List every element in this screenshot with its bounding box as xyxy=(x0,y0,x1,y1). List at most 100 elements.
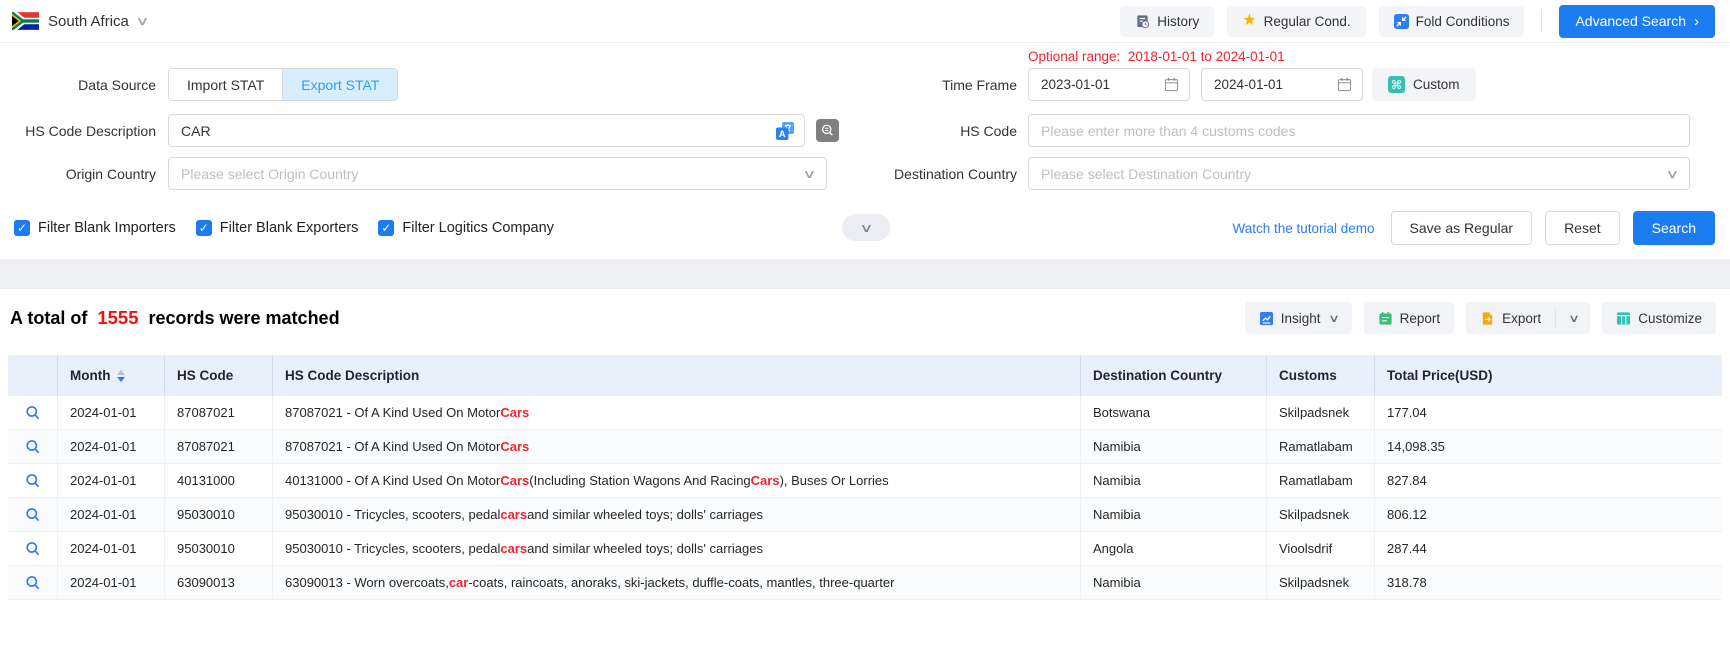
row-hs-code: 87087021 xyxy=(165,396,273,429)
table-row: 2024-01-01 40131000 40131000 - Of A Kind… xyxy=(8,464,1722,498)
table-row: 2024-01-01 95030010 95030010 - Tricycles… xyxy=(8,498,1722,532)
row-detail-magnifier-icon[interactable] xyxy=(25,439,41,455)
hs-code-placeholder: Please enter more than 4 customs codes xyxy=(1041,123,1295,139)
row-hs-code: 40131000 xyxy=(165,464,273,497)
fold-conditions-label: Fold Conditions xyxy=(1416,14,1510,29)
origin-country-select[interactable]: Please select Origin Country ∨ xyxy=(168,157,827,190)
hs-description-value: CAR xyxy=(181,123,211,139)
row-description: 95030010 - Tricycles, scooters, pedal ca… xyxy=(273,532,1081,565)
row-destination: Namibia xyxy=(1081,498,1267,531)
sort-icon[interactable] xyxy=(117,370,125,382)
data-source-toggle: Import STAT Export STAT xyxy=(168,68,398,101)
row-month: 2024-01-01 xyxy=(58,498,165,531)
header-cell-customs: Customs xyxy=(1267,355,1375,396)
fold-conditions-button[interactable]: Fold Conditions xyxy=(1379,6,1525,37)
header-cell-description: HS Code Description xyxy=(273,355,1081,396)
search-button[interactable]: Search xyxy=(1633,211,1715,245)
row-hs-code: 63090013 xyxy=(165,566,273,599)
history-icon xyxy=(1135,14,1150,29)
checkbox-filter-logitics-company[interactable]: ✓ Filter Logitics Company xyxy=(378,220,554,236)
table-header: Month HS Code HS Code Description Destin… xyxy=(8,355,1722,396)
row-price: 318.78 xyxy=(1375,566,1722,599)
search-form: Optional range: 2018-01-01 to 2024-01-01… xyxy=(0,43,1730,245)
origin-placeholder: Please select Origin Country xyxy=(181,166,358,182)
chevron-down-icon: ∨ xyxy=(1328,312,1340,325)
regular-cond-button[interactable]: ★ Regular Cond. xyxy=(1227,6,1365,37)
row-detail-magnifier-icon[interactable] xyxy=(25,405,41,421)
collapse-form-button[interactable]: ∨ xyxy=(842,214,890,241)
row-detail-magnifier-icon[interactable] xyxy=(25,507,41,523)
table-row: 2024-01-01 95030010 95030010 - Tricycles… xyxy=(8,532,1722,566)
checkbox-filter-blank-exporters[interactable]: ✓ Filter Blank Exporters xyxy=(196,220,359,236)
insight-button[interactable]: Insight ∨ xyxy=(1245,302,1352,334)
results-bar: A total of 1555 records were matched Ins… xyxy=(0,301,1730,335)
insight-label: Insight xyxy=(1281,311,1321,326)
row-destination: Angola xyxy=(1081,532,1267,565)
translate-icon[interactable]: A xyxy=(775,121,795,141)
header-cell-month[interactable]: Month xyxy=(58,355,165,396)
checkbox-label: Filter Blank Importers xyxy=(38,220,176,236)
chevron-down-icon: ∨ xyxy=(1666,167,1680,181)
destination-country-label: Destination Country xyxy=(839,166,1017,182)
history-button[interactable]: History xyxy=(1120,6,1214,37)
row-customs: Skilpadsnek xyxy=(1267,566,1375,599)
customize-icon xyxy=(1616,311,1631,326)
tutorial-demo-link[interactable]: Watch the tutorial demo xyxy=(1232,221,1374,236)
row-detail-magnifier-icon[interactable] xyxy=(25,575,41,591)
advanced-search-label: Advanced Search xyxy=(1575,13,1686,29)
calendar-icon xyxy=(1164,77,1179,92)
row-month: 2024-01-01 xyxy=(58,396,165,429)
export-icon xyxy=(1480,311,1495,326)
row-customs: Vioolsdrif xyxy=(1267,532,1375,565)
row-price: 14,098.35 xyxy=(1375,430,1722,463)
report-icon xyxy=(1378,311,1393,326)
export-dropdown-button[interactable]: ∨ xyxy=(1556,302,1590,334)
hs-description-input[interactable]: CAR A xyxy=(168,114,805,147)
star-icon: ★ xyxy=(1242,13,1256,29)
row-month: 2024-01-01 xyxy=(58,566,165,599)
country-selector[interactable]: South Africa ∨ xyxy=(12,12,147,30)
row-hs-code: 95030010 xyxy=(165,498,273,531)
destination-country-select[interactable]: Please select Destination Country ∨ xyxy=(1028,157,1690,190)
total-suffix: records were matched xyxy=(148,308,339,329)
total-count: 1555 xyxy=(97,307,138,329)
tab-export-stat[interactable]: Export STAT xyxy=(282,69,397,100)
exact-match-icon[interactable] xyxy=(816,119,839,142)
tab-import-stat[interactable]: Import STAT xyxy=(169,69,282,100)
sort-desc-caret xyxy=(117,377,125,382)
checkbox-label: Filter Blank Exporters xyxy=(220,220,359,236)
chevron-down-icon: ∨ xyxy=(1568,312,1580,325)
row-price: 827.84 xyxy=(1375,464,1722,497)
save-as-regular-button[interactable]: Save as Regular xyxy=(1391,211,1533,245)
date-from-input[interactable]: 2023-01-01 xyxy=(1028,68,1190,101)
checkbox-checked-icon: ✓ xyxy=(196,220,212,236)
chevron-down-icon: ∨ xyxy=(803,167,817,181)
hs-code-input[interactable]: Please enter more than 4 customs codes xyxy=(1028,114,1690,147)
row-customs: Ramatlabam xyxy=(1267,430,1375,463)
reset-button[interactable]: Reset xyxy=(1545,211,1620,245)
row-customs: Ramatlabam xyxy=(1267,464,1375,497)
date-from-value: 2023-01-01 xyxy=(1041,77,1110,92)
results-summary: A total of 1555 records were matched xyxy=(10,307,340,329)
advanced-search-button[interactable]: Advanced Search › xyxy=(1559,5,1715,38)
custom-label: Custom xyxy=(1413,77,1460,92)
custom-range-button[interactable]: ⌘ Custom xyxy=(1372,68,1476,101)
row-customs: Skilpadsnek xyxy=(1267,498,1375,531)
report-button[interactable]: Report xyxy=(1364,302,1455,334)
row-description: 87087021 - Of A Kind Used On Motor Cars xyxy=(273,396,1081,429)
row-detail-magnifier-icon[interactable] xyxy=(25,473,41,489)
row-description: 63090013 - Worn overcoats, car-coats, ra… xyxy=(273,566,1081,599)
row-detail-magnifier-icon[interactable] xyxy=(25,541,41,557)
row-destination: Namibia xyxy=(1081,566,1267,599)
topbar: South Africa ∨ History ★ Regular Cond. xyxy=(0,0,1730,43)
origin-country-label: Origin Country xyxy=(0,166,156,182)
date-to-input[interactable]: 2024-01-01 xyxy=(1201,68,1363,101)
customize-button[interactable]: Customize xyxy=(1602,302,1716,334)
export-button[interactable]: Export xyxy=(1466,302,1555,334)
time-frame-label: Time Frame xyxy=(839,77,1017,93)
total-prefix: A total of xyxy=(10,308,87,329)
arrow-right-icon: › xyxy=(1694,14,1699,29)
row-customs: Skilpadsnek xyxy=(1267,396,1375,429)
checkbox-filter-blank-importers[interactable]: ✓ Filter Blank Importers xyxy=(14,220,176,236)
regular-cond-label: Regular Cond. xyxy=(1264,14,1351,29)
